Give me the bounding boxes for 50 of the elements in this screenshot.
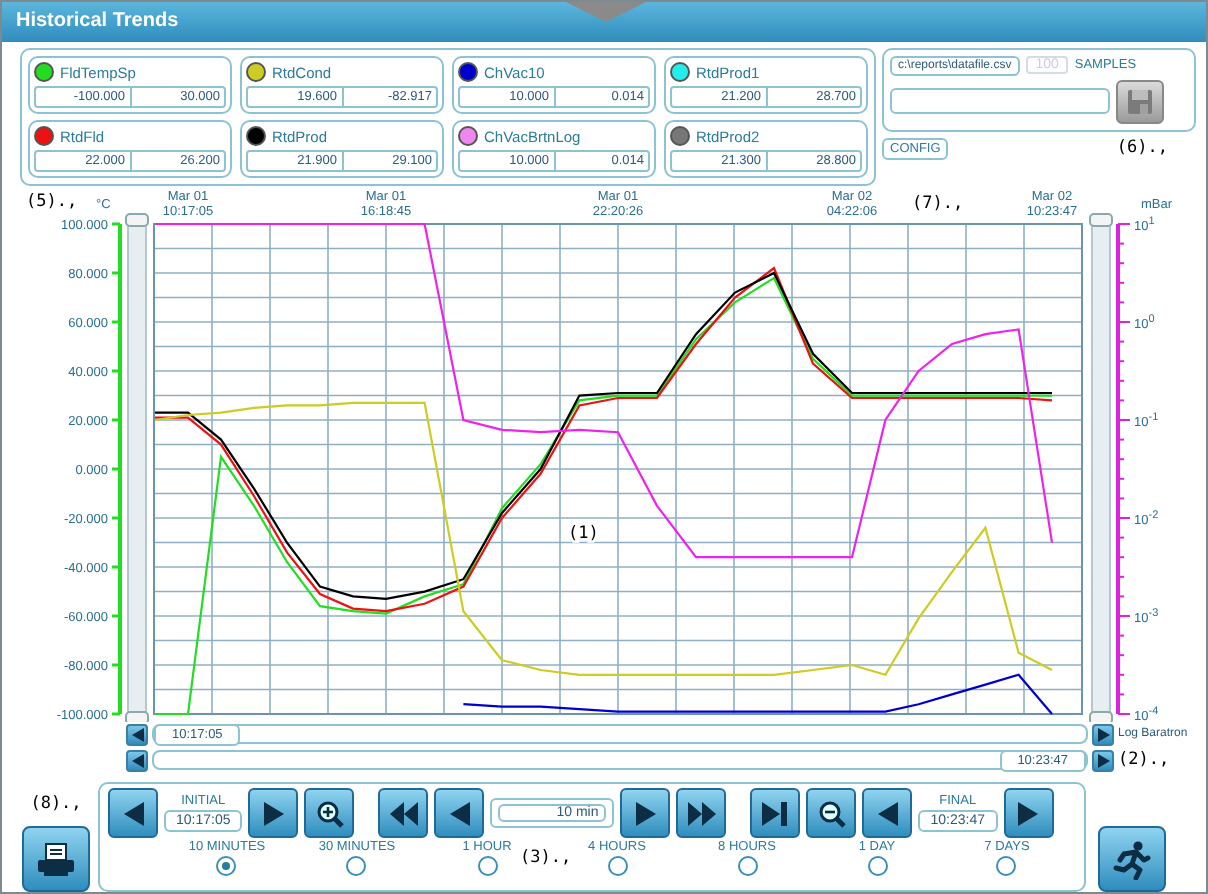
- zoom-in-icon: [315, 799, 344, 827]
- next-button[interactable]: [620, 788, 671, 838]
- previous-button[interactable]: [108, 788, 158, 838]
- zoom-out-button[interactable]: [806, 788, 857, 838]
- next-button[interactable]: [248, 788, 299, 838]
- radio-button[interactable]: [216, 856, 237, 876]
- running-person-icon: [1112, 839, 1152, 879]
- rewind-button[interactable]: [378, 788, 429, 838]
- zoom-in-button[interactable]: [304, 788, 355, 838]
- callout-label: (1): [568, 523, 599, 544]
- exit-button[interactable]: [1098, 826, 1166, 892]
- print-button[interactable]: [22, 826, 90, 892]
- window-title: Historical Trends: [16, 10, 179, 33]
- tab-notch-icon: [566, 2, 646, 22]
- callout-label: (2).,: [1118, 750, 1170, 771]
- printer-icon: [36, 841, 76, 877]
- callout-label: (3).,: [520, 848, 572, 868]
- skip-to-end-button[interactable]: [750, 788, 801, 838]
- radio-button[interactable]: [996, 856, 1017, 876]
- right-triangle-icon: [261, 801, 286, 825]
- right-triangle-icon: [1016, 801, 1040, 825]
- text-field[interactable]: [890, 88, 1110, 115]
- radio-button[interactable]: [737, 856, 757, 876]
- previous-button[interactable]: [862, 788, 913, 838]
- left-triangle-icon: [447, 801, 472, 825]
- rewind-icon: [389, 801, 418, 825]
- radio-button[interactable]: [477, 856, 497, 876]
- callout-label: (5).,: [26, 191, 78, 212]
- radio-button[interactable]: [607, 856, 627, 876]
- callout-label: (7).,: [912, 193, 964, 214]
- left-triangle-icon: [121, 801, 145, 825]
- skip-end-icon: [762, 801, 789, 825]
- fast-forward-button[interactable]: [676, 788, 727, 838]
- next-button[interactable]: [1003, 788, 1053, 838]
- radio-button[interactable]: [346, 856, 367, 876]
- left-range-slider[interactable]: [125, 212, 149, 722]
- save-button[interactable]: [1116, 79, 1164, 124]
- left-triangle-icon: [875, 801, 900, 825]
- right-triangle-icon: [633, 801, 658, 825]
- callout-label: (8).,: [30, 794, 82, 814]
- previous-button[interactable]: [434, 788, 485, 838]
- radio-button[interactable]: [867, 856, 887, 876]
- callout-label: (6).,: [1116, 138, 1168, 159]
- zoom-out-icon: [817, 799, 846, 827]
- right-range-slider[interactable]: [1089, 212, 1113, 722]
- scroll-left-button[interactable]: [126, 723, 148, 746]
- scroll-left-button[interactable]: [126, 749, 148, 772]
- scroll-right-button[interactable]: [1092, 723, 1114, 746]
- fast-forward-icon: [687, 801, 716, 825]
- scroll-right-button[interactable]: [1092, 749, 1114, 772]
